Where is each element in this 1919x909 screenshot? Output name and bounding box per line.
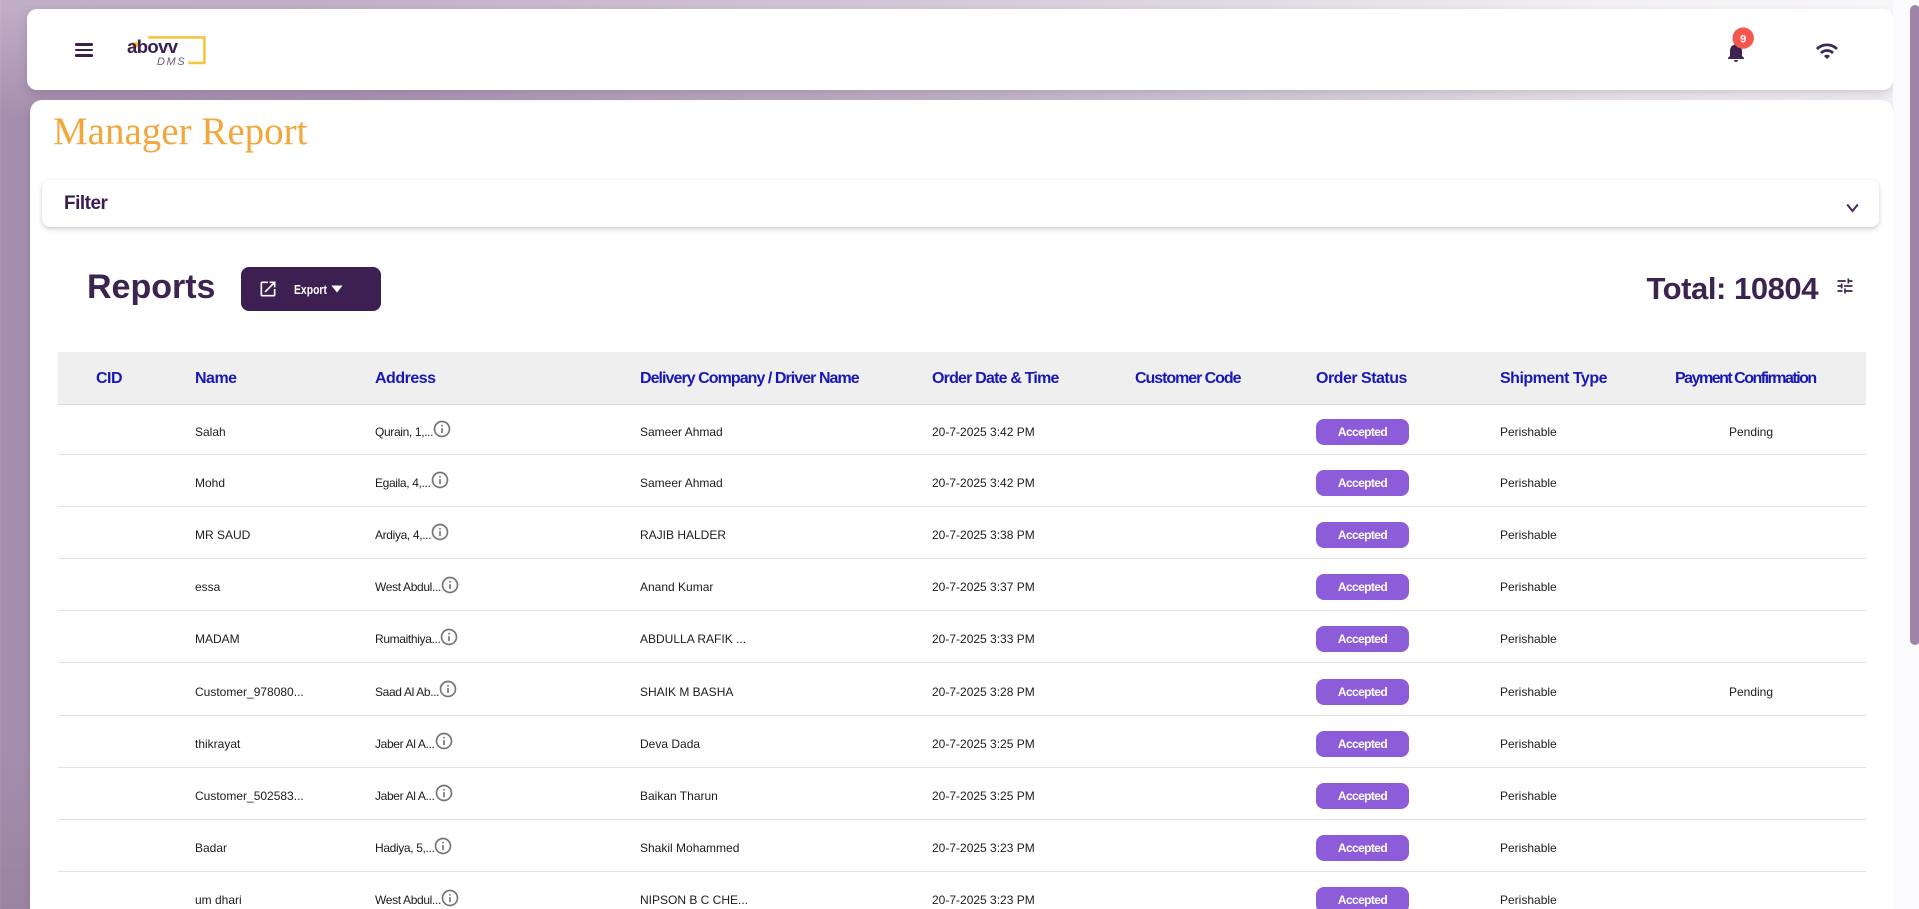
svg-text:abovv: abovv (127, 36, 179, 57)
svg-text:9: 9 (1740, 34, 1746, 46)
svg-text:DMS: DMS (157, 56, 186, 67)
